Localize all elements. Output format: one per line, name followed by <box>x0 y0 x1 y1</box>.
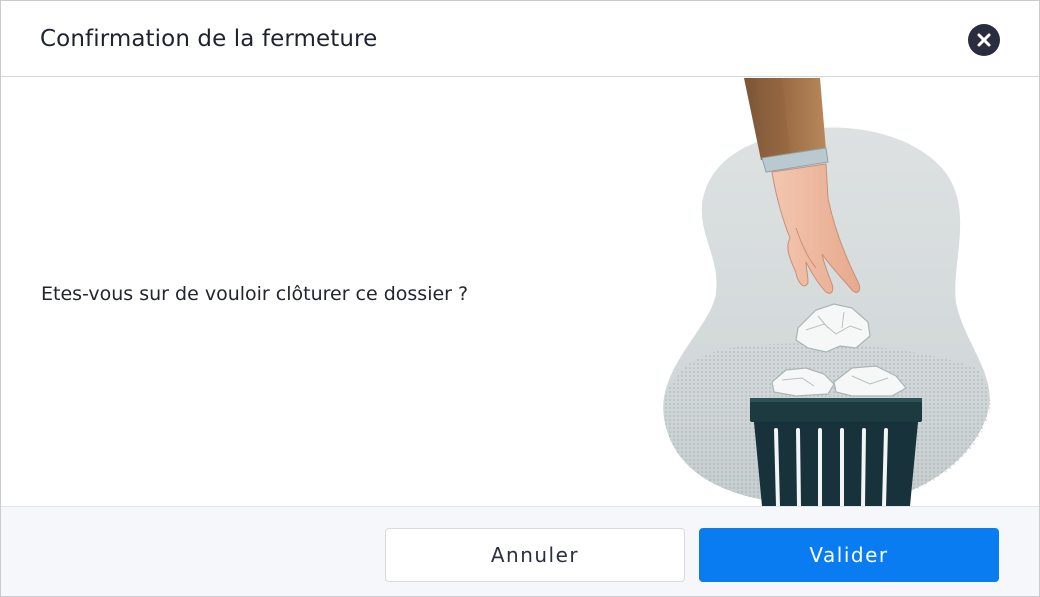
cancel-button[interactable]: Annuler <box>385 528 685 582</box>
confirmation-dialog: Confirmation de la fermeture Etes-vous s… <box>0 0 1040 597</box>
close-icon <box>977 33 991 47</box>
confirm-button[interactable]: Valider <box>699 528 999 582</box>
trash-bin-shape <box>750 398 922 506</box>
confirmation-message: Etes-vous sur de vouloir clôturer ce dos… <box>41 283 469 305</box>
close-button[interactable] <box>968 24 1000 56</box>
dialog-footer: Annuler Valider <box>1 506 1039 596</box>
dialog-title: Confirmation de la fermeture <box>40 26 378 52</box>
dialog-header: Confirmation de la fermeture <box>1 1 1039 77</box>
dialog-body: Etes-vous sur de vouloir clôturer ce dos… <box>1 78 1039 506</box>
trash-illustration <box>663 78 991 506</box>
